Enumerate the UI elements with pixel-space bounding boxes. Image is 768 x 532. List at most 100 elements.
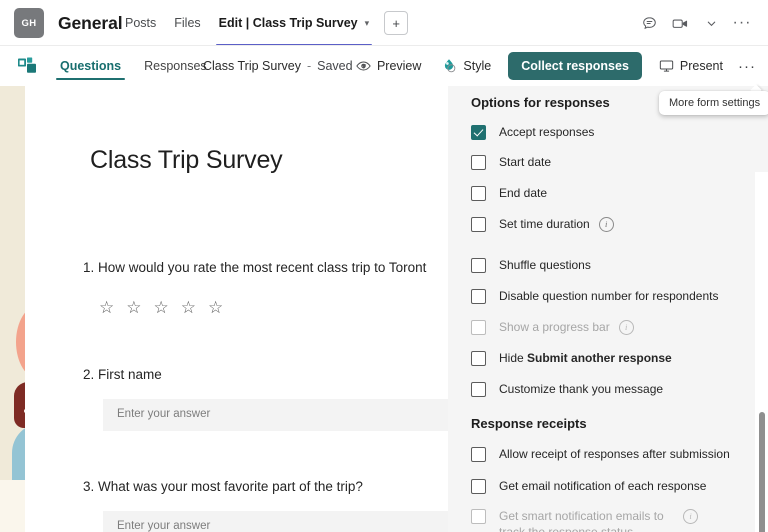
- tab-edit-label: Edit | Class Trip Survey: [218, 16, 358, 30]
- label-set-time-duration: Set time duration: [499, 217, 590, 231]
- label-start-date: Start date: [499, 155, 552, 169]
- tab-posts[interactable]: Posts: [116, 0, 165, 46]
- question-2-placeholder: Enter your answer: [117, 408, 211, 420]
- tab-files[interactable]: Files: [165, 0, 209, 46]
- form-settings-panel: Options for responses Accept responses S…: [448, 86, 768, 532]
- teams-forms-window: GH General Posts Files Edit | Class Trip…: [0, 0, 768, 532]
- forms-toolbar: Questions Responses Class Trip Survey - …: [0, 46, 768, 132]
- form-settings-panel-content: Options for responses Accept responses S…: [448, 86, 768, 532]
- checkbox-set-time-duration[interactable]: [471, 216, 486, 232]
- info-icon[interactable]: i: [618, 319, 634, 335]
- question-1-rating-stars[interactable]: ☆ ☆ ☆ ☆ ☆: [99, 299, 223, 316]
- checkbox-shuffle-questions[interactable]: [471, 257, 486, 273]
- checkbox-get-smart-notification-emails[interactable]: [471, 509, 486, 524]
- question-2-number: 2.: [83, 367, 95, 382]
- channel-tab-strip: Posts Files Edit | Class Trip Survey ▾ +: [116, 0, 409, 46]
- option-disable-question-number[interactable]: Disable question number for respondents: [471, 287, 718, 305]
- option-hide-submit-another-response[interactable]: Hide Submit another response: [471, 349, 672, 367]
- add-tab-button[interactable]: +: [384, 11, 409, 35]
- option-end-date[interactable]: End date: [471, 184, 547, 202]
- checkbox-allow-receipt-of-responses[interactable]: [471, 446, 486, 462]
- tab-edit-class-trip-survey[interactable]: Edit | Class Trip Survey ▾: [210, 0, 379, 46]
- star-icon[interactable]: ☆: [181, 299, 196, 316]
- label-disable-question-number: Disable question number for respondents: [499, 289, 719, 303]
- option-shuffle-questions[interactable]: Shuffle questions: [471, 256, 591, 274]
- label-customize-thank-you-message: Customize thank you message: [499, 382, 664, 396]
- option-customize-thank-you-message[interactable]: Customize thank you message: [471, 380, 663, 398]
- question-2-answer-input[interactable]: Enter your answer: [103, 399, 448, 431]
- question-3-text: What was your most favorite part of the …: [98, 479, 363, 494]
- checkbox-accept-responses[interactable]: [471, 124, 486, 140]
- section-title-options-for-responses: Options for responses: [471, 95, 610, 110]
- collect-responses-label: Collect responses: [521, 59, 629, 73]
- panel-scrollbar-thumb[interactable]: [759, 412, 765, 532]
- question-3-placeholder: Enter your answer: [117, 520, 211, 532]
- form-title[interactable]: Class Trip Survey: [90, 146, 283, 175]
- more-options-glyph: ···: [732, 14, 752, 31]
- star-icon[interactable]: ☆: [208, 299, 223, 316]
- option-allow-receipt-of-responses[interactable]: Allow receipt of responses after submiss…: [471, 445, 730, 463]
- main-content: Class Trip Survey 1. How would you rate …: [0, 86, 768, 532]
- info-icon[interactable]: i: [683, 509, 698, 524]
- more-form-settings-button[interactable]: ···: [734, 52, 760, 80]
- question-3[interactable]: 3. What was your most favorite part of t…: [83, 479, 363, 494]
- option-show-progress-bar[interactable]: Show a progress bar i: [471, 318, 634, 336]
- checkbox-show-progress-bar[interactable]: [471, 319, 486, 335]
- option-accept-responses[interactable]: Accept responses: [471, 123, 594, 141]
- tab-questions-label: Questions: [60, 59, 122, 73]
- label-end-date: End date: [499, 186, 548, 200]
- checkbox-start-date[interactable]: [471, 154, 486, 170]
- tab-responses-label: Responses: [144, 59, 207, 73]
- star-icon[interactable]: ☆: [126, 299, 141, 316]
- info-icon[interactable]: i: [598, 216, 614, 232]
- question-1-number: 1.: [83, 260, 95, 275]
- question-3-answer-input[interactable]: Enter your answer: [103, 511, 448, 532]
- label-get-email-notification: Get email notification of each response: [499, 479, 707, 493]
- option-get-smart-notification-emails[interactable]: Get smart notification emails to track t…: [471, 508, 698, 532]
- option-start-date[interactable]: Start date: [471, 153, 551, 171]
- option-set-time-duration[interactable]: Set time duration i: [471, 215, 614, 233]
- label-hide-submit-another-response: Hide Submit another response: [499, 351, 672, 365]
- checkbox-disable-question-number[interactable]: [471, 288, 486, 304]
- chat-icon[interactable]: [635, 9, 663, 37]
- tab-posts-label: Posts: [125, 16, 157, 30]
- form-canvas: Class Trip Survey 1. How would you rate …: [33, 86, 448, 532]
- star-icon[interactable]: ☆: [154, 299, 169, 316]
- form-theme-illustration: [0, 86, 33, 532]
- style-button[interactable]: Style: [432, 52, 500, 80]
- checkbox-get-email-notification[interactable]: [471, 478, 486, 494]
- preview-button[interactable]: Preview: [347, 52, 430, 80]
- checkbox-end-date[interactable]: [471, 185, 486, 201]
- present-label: Present: [679, 59, 723, 73]
- preview-label: Preview: [376, 59, 422, 73]
- tab-files-label: Files: [174, 16, 201, 30]
- label-show-progress-bar: Show a progress bar: [499, 320, 610, 334]
- tab-questions[interactable]: Questions: [52, 46, 129, 86]
- label-accept-responses: Accept responses: [499, 125, 595, 139]
- label-get-smart-notification-emails: Get smart notification emails to track t…: [499, 509, 664, 532]
- team-identity: GH General: [14, 7, 123, 39]
- collect-responses-button[interactable]: Collect responses: [508, 52, 642, 80]
- more-options-icon[interactable]: ···: [728, 9, 756, 37]
- star-icon[interactable]: ☆: [99, 299, 114, 316]
- checkbox-hide-submit-another-response[interactable]: [471, 350, 486, 366]
- plus-icon: +: [392, 15, 400, 31]
- document-name-separator: -: [306, 59, 312, 73]
- option-get-email-notification[interactable]: Get email notification of each response: [471, 477, 706, 495]
- eye-icon: [356, 61, 371, 71]
- question-2[interactable]: 2. First name: [83, 367, 162, 382]
- more-form-settings-glyph: ···: [738, 57, 756, 75]
- label-hide-emphasis: Submit another response: [527, 351, 672, 365]
- present-button[interactable]: Present: [650, 52, 732, 80]
- section-title-response-receipts: Response receipts: [471, 416, 587, 431]
- video-camera-icon[interactable]: [666, 9, 694, 37]
- question-1[interactable]: 1. How would you rate the most recent cl…: [83, 260, 426, 275]
- video-options-chevron-down-icon[interactable]: [697, 9, 725, 37]
- tooltip-text: More form settings: [669, 97, 761, 109]
- document-name-menu[interactable]: Class Trip Survey - Saved ▾: [203, 46, 366, 86]
- checkbox-customize-thank-you-message[interactable]: [471, 381, 486, 397]
- document-name: Class Trip Survey: [203, 59, 301, 73]
- avatar: GH: [14, 8, 44, 38]
- panel-scrollbar-track[interactable]: ▼: [755, 172, 768, 532]
- chevron-down-icon[interactable]: ▾: [365, 18, 370, 29]
